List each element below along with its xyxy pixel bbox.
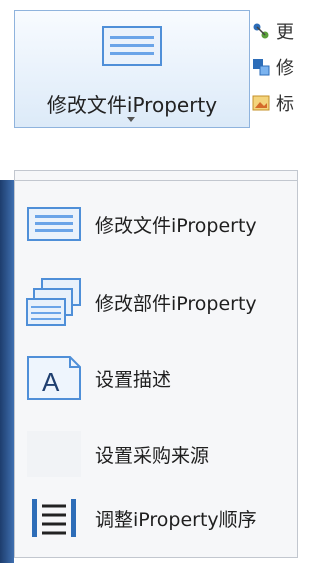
ribbon-small-tools: 更 修 标	[252, 14, 306, 124]
small-tool-3-label: 标	[276, 94, 294, 115]
small-tool-1-label: 更	[276, 22, 294, 43]
letter-a-document-icon: A	[21, 350, 87, 406]
small-tool-3[interactable]: 标	[252, 90, 306, 116]
split-button-label: 修改文件iProperty	[46, 93, 218, 117]
split-button-top[interactable]	[15, 11, 249, 81]
small-tool-2[interactable]: 修	[252, 54, 306, 80]
menu-item-label: 设置描述	[95, 368, 172, 391]
small-tool-1[interactable]: 更	[252, 18, 306, 44]
menu-item-label: 调整iProperty顺序	[95, 508, 257, 531]
menu-item-label: 设置采购来源	[95, 444, 210, 467]
menu-item-set-description[interactable]: A 设置描述	[19, 341, 291, 415]
chevron-down-icon[interactable]	[127, 117, 135, 122]
menu-item-reorder-iproperty[interactable]: 调整iProperty顺序	[19, 481, 291, 555]
background-strip	[0, 180, 14, 563]
blank-icon	[21, 426, 87, 482]
svg-text:A: A	[42, 367, 60, 397]
spreadsheet-icon	[102, 26, 162, 66]
menu-item-label: 修改文件iProperty	[95, 214, 257, 237]
screen: 修改文件iProperty 更 修 标 修改文件iProperty 修改部件iP…	[0, 0, 306, 563]
stacked-spreadsheet-icon	[21, 274, 87, 330]
floppy-tree-icon	[253, 59, 270, 76]
small-tool-2-label: 修	[276, 58, 294, 79]
menu-item-set-purchase-source[interactable]: 设置采购来源	[19, 417, 291, 491]
dropdown-menu: 修改文件iProperty 修改部件iProperty A 设置描述 设置采购来…	[14, 180, 298, 558]
node-graph-icon	[253, 23, 269, 39]
menu-top-edge	[14, 170, 298, 180]
spreadsheet-icon	[21, 196, 87, 252]
menu-item-modify-part-iproperty[interactable]: 修改部件iProperty	[19, 265, 291, 339]
menu-item-modify-file-iproperty[interactable]: 修改文件iProperty	[19, 187, 291, 261]
menu-item-label: 修改部件iProperty	[95, 292, 257, 315]
picture-edit-icon	[252, 95, 270, 111]
list-order-icon	[21, 490, 87, 546]
modify-file-iproperty-split-button[interactable]: 修改文件iProperty	[14, 10, 250, 128]
